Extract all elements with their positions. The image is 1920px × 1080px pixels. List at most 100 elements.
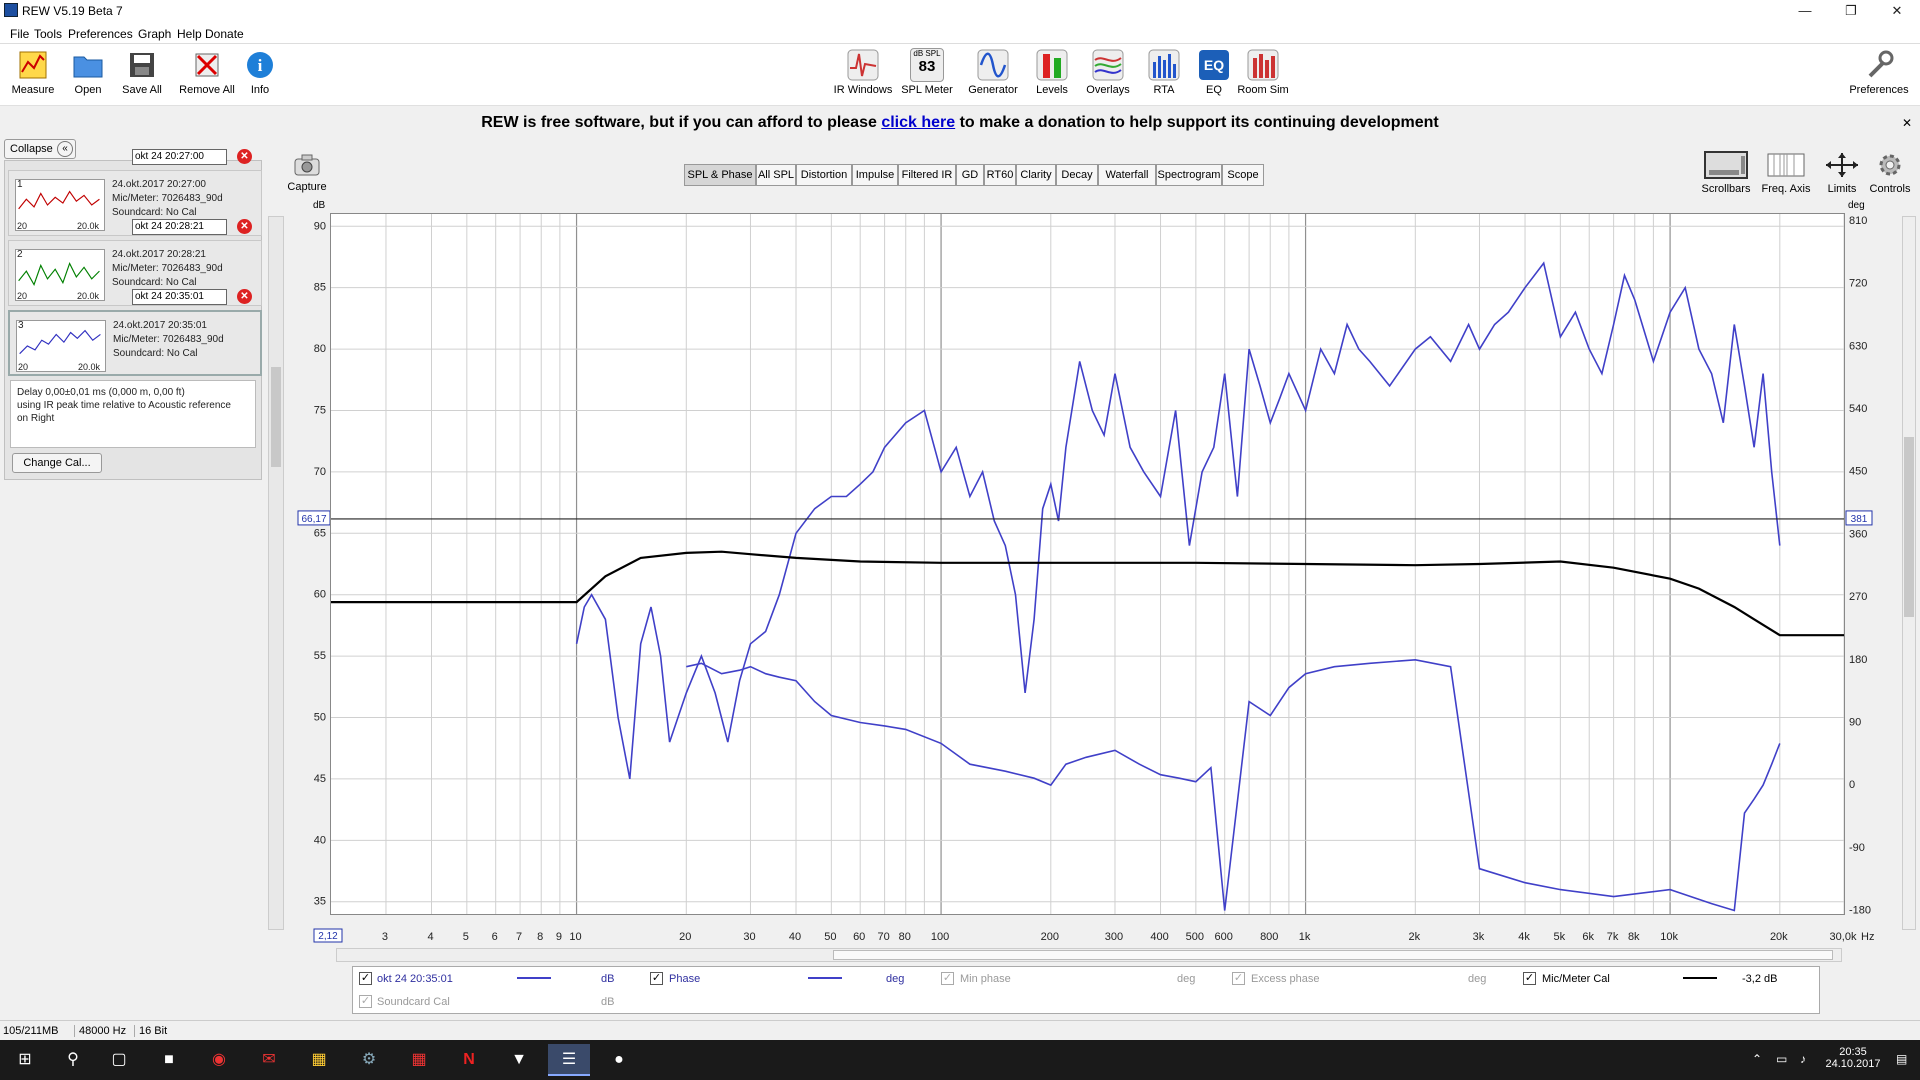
panel-scrollbar[interactable] bbox=[268, 216, 284, 930]
y-right-tick-label: 180 bbox=[1849, 654, 1867, 666]
collapse-label: Collapse bbox=[10, 143, 53, 155]
measurement-name-input[interactable]: okt 24 20:28:21 bbox=[132, 219, 227, 235]
menu-tools[interactable]: Tools bbox=[34, 27, 62, 41]
close-button[interactable]: ✕ bbox=[1874, 0, 1920, 22]
save-all-button[interactable]: Save All bbox=[109, 48, 175, 104]
x-tick-label: 9 bbox=[556, 931, 562, 943]
search-icon[interactable]: ⚲ bbox=[52, 1044, 94, 1076]
minimize-button[interactable]: — bbox=[1782, 0, 1828, 22]
tab-spl-phase[interactable]: SPL & Phase bbox=[684, 164, 756, 186]
tray-chevron-icon[interactable]: ⌃ bbox=[1752, 1052, 1762, 1066]
menu-graph[interactable]: Graph bbox=[138, 27, 171, 41]
change-cal-button[interactable]: Change Cal... bbox=[12, 453, 102, 473]
legend-checkbox-soundcard-cal[interactable]: ✓ bbox=[359, 995, 372, 1008]
x-tick-label: 7 bbox=[516, 931, 522, 943]
notifications-icon[interactable]: ▤ bbox=[1896, 1052, 1907, 1066]
legend-checkbox-phase[interactable]: ✓ bbox=[650, 972, 663, 985]
tab-waterfall[interactable]: Waterfall bbox=[1098, 164, 1156, 186]
save-all-label: Save All bbox=[122, 84, 162, 96]
measurement-name-input[interactable]: okt 24 20:27:00 bbox=[132, 149, 227, 165]
restore-button[interactable]: ❐ bbox=[1828, 0, 1874, 22]
limits-button[interactable]: Limits bbox=[1814, 150, 1870, 195]
network-icon[interactable]: ▭ bbox=[1776, 1052, 1787, 1066]
tab-spectrogram[interactable]: Spectrogram bbox=[1156, 164, 1222, 186]
tab-rt60[interactable]: RT60 bbox=[984, 164, 1016, 186]
scrollbars-icon bbox=[1704, 151, 1748, 179]
tab-filtered-ir[interactable]: Filtered IR bbox=[898, 164, 956, 186]
freq-axis-button[interactable]: Freq. Axis bbox=[1758, 150, 1814, 195]
mail-icon[interactable]: ✉ bbox=[248, 1044, 290, 1076]
legend-checkbox-excess-phase[interactable]: ✓ bbox=[1232, 972, 1245, 985]
tab-clarity[interactable]: Clarity bbox=[1016, 164, 1056, 186]
x-tick-label: 600 bbox=[1215, 931, 1233, 943]
legend-label-mic-cal: Mic/Meter Cal bbox=[1542, 973, 1610, 985]
tab-impulse[interactable]: Impulse bbox=[852, 164, 898, 186]
windows-start-icon[interactable]: ⊞ bbox=[4, 1044, 46, 1076]
spl-meter-button[interactable]: dB SPL 83 SPL Meter bbox=[894, 48, 960, 104]
menu-donate[interactable]: Donate bbox=[205, 27, 244, 41]
menu-preferences[interactable]: Preferences bbox=[68, 27, 133, 41]
spl-phase-graph[interactable] bbox=[330, 213, 1845, 915]
capture-label: Capture bbox=[287, 181, 327, 193]
x-tick-label: 8k bbox=[1628, 931, 1640, 943]
thumb-lo: 20 bbox=[17, 291, 28, 301]
graph-vscrollbar-thumb[interactable] bbox=[1904, 437, 1914, 617]
controls-button[interactable]: Controls bbox=[1864, 150, 1916, 195]
menu-file[interactable]: File bbox=[10, 27, 29, 41]
store-icon[interactable]: ■ bbox=[148, 1044, 190, 1076]
tab-scope[interactable]: Scope bbox=[1222, 164, 1264, 186]
graph-hscrollbar[interactable] bbox=[336, 948, 1842, 962]
generator-button[interactable]: Generator bbox=[960, 48, 1026, 104]
graph-canvas bbox=[331, 214, 1844, 914]
app-icon bbox=[4, 3, 18, 17]
banner-close-icon[interactable]: ✕ bbox=[1902, 116, 1912, 130]
scrollbars-button[interactable]: Scrollbars bbox=[1698, 150, 1754, 195]
menu-help[interactable]: Help bbox=[177, 27, 202, 41]
file-explorer-icon[interactable]: ▦ bbox=[298, 1044, 340, 1076]
measurement-name-input[interactable]: okt 24 20:35:01 bbox=[132, 289, 227, 305]
generator-label: Generator bbox=[968, 84, 1018, 96]
netflix-icon[interactable]: N bbox=[448, 1044, 490, 1076]
legend-checkbox-spl[interactable]: ✓ bbox=[359, 972, 372, 985]
y-right-tick-label: -180 bbox=[1849, 905, 1871, 915]
paint-app-icon[interactable]: ● bbox=[598, 1044, 640, 1076]
measurement-card-3[interactable]: 3 20 20.0k 24.okt.2017 20:35:01 Mic/Mete… bbox=[8, 310, 262, 376]
rew-taskbar-icon[interactable]: ☰ bbox=[548, 1044, 590, 1076]
delay-channel-line: on Right bbox=[17, 413, 55, 424]
x-tick-label: 4k bbox=[1518, 931, 1530, 943]
remove-measurement-icon[interactable]: ✕ bbox=[237, 219, 252, 234]
panel-scrollbar-thumb[interactable] bbox=[271, 367, 281, 467]
task-view-icon[interactable]: ▢ bbox=[98, 1044, 140, 1076]
preferences-button[interactable]: Preferences bbox=[1843, 48, 1915, 104]
remove-measurement-icon[interactable]: ✕ bbox=[237, 289, 252, 304]
clock[interactable]: 20:35 24.10.2017 bbox=[1818, 1046, 1888, 1070]
graph-tabs: SPL & Phase All SPL Distortion Impulse Filte… bbox=[684, 164, 1264, 186]
volume-icon[interactable]: ♪ bbox=[1800, 1052, 1806, 1066]
capture-button[interactable]: Capture bbox=[287, 152, 327, 193]
graph-vscrollbar[interactable] bbox=[1902, 216, 1916, 930]
menu-bar: File Tools Preferences Graph Help Donate bbox=[0, 22, 1920, 44]
ir-windows-button[interactable]: IR Windows bbox=[830, 48, 896, 104]
measurement-mic: Mic/Meter: 7026483_90d bbox=[112, 263, 223, 274]
measure-icon bbox=[19, 51, 47, 79]
info-button[interactable]: i Info bbox=[227, 48, 293, 104]
delay-reference-line: using IR peak time relative to Acoustic … bbox=[17, 400, 231, 411]
tab-all-spl[interactable]: All SPL bbox=[756, 164, 796, 186]
room-sim-button[interactable]: Room Sim bbox=[1230, 48, 1296, 104]
legend-label-min-phase: Min phase bbox=[960, 973, 1011, 985]
collapse-button[interactable]: Collapse « bbox=[4, 139, 76, 159]
legend-checkbox-min-phase[interactable]: ✓ bbox=[941, 972, 954, 985]
legend-swatch-mic-cal bbox=[1683, 977, 1717, 979]
tab-distortion[interactable]: Distortion bbox=[796, 164, 852, 186]
tab-gd[interactable]: GD bbox=[956, 164, 984, 186]
donate-link[interactable]: click here bbox=[881, 114, 955, 131]
vivaldi-icon[interactable]: ◉ bbox=[198, 1044, 240, 1076]
remove-measurement-icon[interactable]: ✕ bbox=[237, 149, 252, 164]
tab-decay[interactable]: Decay bbox=[1056, 164, 1098, 186]
app-grid-icon[interactable]: ▦ bbox=[398, 1044, 440, 1076]
x-tick-label: 1k bbox=[1299, 931, 1311, 943]
legend-checkbox-mic-cal[interactable]: ✓ bbox=[1523, 972, 1536, 985]
steam-icon[interactable]: ⚙ bbox=[348, 1044, 390, 1076]
fox-app-icon[interactable]: ▼ bbox=[498, 1044, 540, 1076]
graph-hscrollbar-thumb[interactable] bbox=[833, 950, 1833, 960]
